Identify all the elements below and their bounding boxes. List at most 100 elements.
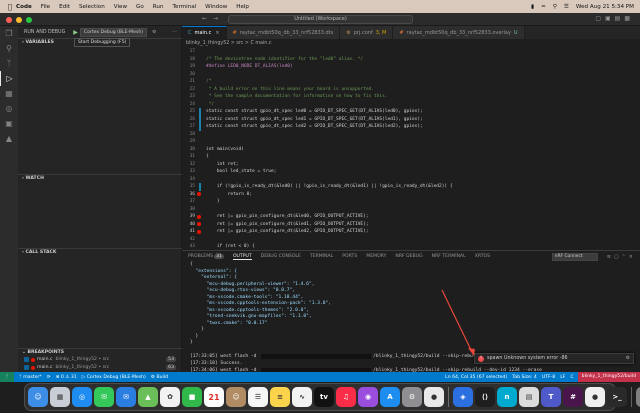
line-number[interactable]: 37: [182, 198, 198, 206]
gutter-marker[interactable]: [198, 63, 202, 71]
facetime-icon[interactable]: ■: [182, 387, 202, 407]
code-line[interactable]: 20: [182, 71, 640, 79]
gutter-marker[interactable]: [198, 93, 202, 101]
encoding[interactable]: UTF-8: [542, 375, 555, 380]
tab-debug-console[interactable]: DEBUG CONSOLE: [261, 254, 301, 259]
code-line[interactable]: 17: [182, 48, 640, 56]
gutter-marker[interactable]: [198, 176, 202, 184]
menu-view[interactable]: View: [114, 4, 127, 10]
nrf-connect-icon[interactable]: n: [497, 387, 517, 407]
build-button[interactable]: ⚙ Build: [151, 375, 168, 380]
line-number[interactable]: 24: [182, 101, 198, 109]
gutter-marker[interactable]: [198, 183, 202, 191]
language-mode[interactable]: C: [570, 375, 573, 380]
tab-main-c[interactable]: C main.c ×: [182, 26, 227, 39]
command-center[interactable]: Untitled (Workspace): [228, 15, 413, 24]
app-store-icon[interactable]: A: [380, 387, 400, 407]
menu-file[interactable]: File: [41, 4, 50, 10]
notes-icon[interactable]: ≡: [270, 387, 290, 407]
menu-go[interactable]: Go: [136, 4, 144, 10]
breakpoint-checkbox[interactable]: [24, 365, 29, 370]
gutter-marker[interactable]: [198, 123, 202, 131]
gutter-marker[interactable]: [198, 56, 202, 64]
output-channel-select[interactable]: nRF Connect: [551, 252, 598, 261]
menu-selection[interactable]: Selection: [79, 4, 105, 10]
layout-toggle-icons[interactable]: ▢▣▤▦: [595, 15, 634, 22]
code-line[interactable]: 40 ret |= gpio_pin_configure_dt(&led1, G…: [182, 221, 640, 229]
vscode-icon[interactable]: ⟨⟩: [475, 387, 495, 407]
tab-problems[interactable]: PROBLEMS 31: [188, 254, 224, 259]
code-line[interactable]: 30 int main(void): [182, 146, 640, 154]
line-number[interactable]: 26: [182, 116, 198, 124]
line-number[interactable]: 30: [182, 146, 198, 154]
gutter-marker[interactable]: [198, 153, 202, 161]
code-line[interactable]: 22 * A build error on this line means yo…: [182, 86, 640, 94]
code-editor[interactable]: 17 18 /* The devicetree node identifier fo…: [182, 48, 640, 250]
menu-terminal[interactable]: Terminal: [173, 4, 197, 10]
photos-icon[interactable]: ✿: [160, 387, 180, 407]
launchpad-icon[interactable]: ▦: [50, 387, 70, 407]
tab-memory[interactable]: MEMORY: [366, 254, 386, 259]
maps-icon[interactable]: ▲: [138, 387, 158, 407]
line-number[interactable]: 35: [182, 183, 198, 191]
line-number[interactable]: 36: [182, 191, 198, 199]
control-center-icon[interactable]: ☰: [564, 4, 569, 10]
gutter-marker[interactable]: [198, 198, 202, 206]
breadcrumb[interactable]: blinky_1_thingy52 > src > C main.c: [182, 39, 640, 48]
call-stack-section[interactable]: › CALL STACK: [18, 248, 182, 256]
breakpoint-item[interactable]: main.c blinky_1_thingy52 • src 63: [18, 364, 182, 371]
line-number[interactable]: 34: [182, 176, 198, 184]
gutter-marker[interactable]: [198, 71, 202, 79]
code-line[interactable]: 19 #define LED0_NODE DT_ALIAS(led0): [182, 63, 640, 71]
tab-overlay[interactable]: # raytac_mdbt50q_db_33_nrf52833.overlay …: [393, 26, 525, 39]
finder-window-icon[interactable]: ▤: [519, 387, 539, 407]
tab-dts[interactable]: # raytac_mdbt50q_db_33_nrf52833.dts: [226, 26, 341, 39]
gutter-marker[interactable]: [198, 243, 202, 250]
zoom-window-button[interactable]: [26, 16, 32, 23]
github-icon[interactable]: ●: [585, 387, 605, 407]
cmake-icon[interactable]: ▲: [0, 131, 18, 146]
tab-size[interactable]: Tab Size: 4: [512, 375, 537, 380]
menu-clock[interactable]: Wed Aug 21 5:34 PM: [576, 4, 634, 10]
mail-icon[interactable]: ✉: [116, 387, 136, 407]
start-debugging-icon[interactable]: ▶: [73, 29, 78, 36]
battery-icon[interactable]: ▮: [531, 4, 534, 10]
run-debug-icon[interactable]: ▷: [0, 71, 18, 86]
safari-icon[interactable]: ◎: [72, 387, 92, 407]
apple-menu-icon[interactable]: : [4, 3, 16, 11]
line-number[interactable]: 32: [182, 161, 198, 169]
code-line[interactable]: 42: [182, 236, 640, 244]
line-number[interactable]: 21: [182, 78, 198, 86]
code-line[interactable]: 39 ret |= gpio_pin_configure_dt(&led0, G…: [182, 213, 640, 221]
line-number[interactable]: 23: [182, 93, 198, 101]
breakpoint-marker[interactable]: [197, 213, 202, 221]
podcasts-icon[interactable]: ◉: [358, 387, 378, 407]
code-line[interactable]: 24 */: [182, 101, 640, 109]
line-number[interactable]: 25: [182, 108, 198, 116]
tab-nrf-debug[interactable]: NRF DEBUG: [395, 254, 422, 259]
gear-icon[interactable]: ⚙: [152, 30, 156, 35]
terminal-app-icon[interactable]: >_: [607, 387, 627, 407]
code-line[interactable]: 43 if (ret < 0) {: [182, 243, 640, 250]
tab-nrf-terminal[interactable]: NRF TERMINAL: [432, 254, 466, 259]
freeform-icon[interactable]: ∿: [292, 387, 312, 407]
active-build-project[interactable]: blinky_1_thingy52/build: [577, 372, 640, 382]
reminders-icon[interactable]: ☰: [248, 387, 268, 407]
teams-icon[interactable]: T: [541, 387, 561, 407]
code-line[interactable]: 29: [182, 138, 640, 146]
code-line[interactable]: 33 bool led_state = true;: [182, 168, 640, 176]
breakpoint-marker[interactable]: [197, 191, 202, 199]
cursor-position[interactable]: Ln 64, Col 35 (67 selected): [445, 375, 507, 380]
nrf-connect-icon[interactable]: ◎: [0, 101, 18, 116]
gutter-marker[interactable]: [198, 86, 202, 94]
line-number[interactable]: 39: [182, 213, 198, 221]
breakpoint-marker[interactable]: [197, 221, 202, 229]
panel-actions-icons[interactable]: ≡▢⌃×: [607, 254, 636, 260]
line-number[interactable]: 19: [182, 63, 198, 71]
code-line[interactable]: 28: [182, 131, 640, 139]
calendar-icon[interactable]: 21: [204, 387, 224, 407]
line-number[interactable]: 31: [182, 153, 198, 161]
network-app-icon[interactable]: ◈: [453, 387, 473, 407]
code-line[interactable]: 21 /*: [182, 78, 640, 86]
code-line[interactable]: 38: [182, 206, 640, 214]
